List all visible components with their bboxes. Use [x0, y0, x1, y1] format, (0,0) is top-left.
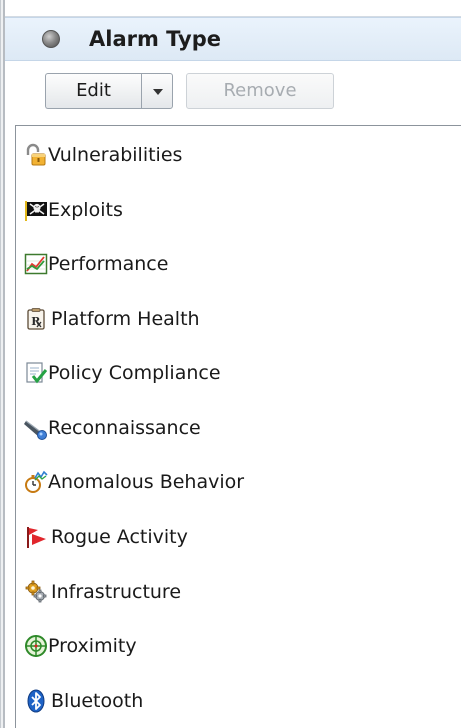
- toolbar: Edit Remove: [5, 61, 461, 119]
- list-item-infrastructure[interactable]: Infrastructure: [16, 572, 456, 612]
- crosshair-icon: [25, 635, 47, 657]
- alarm-type-panel: Alarm Type Edit Remove Vulnerabilities E…: [5, 0, 461, 728]
- list-item-label: Performance: [48, 253, 169, 275]
- list-item-label: Bluetooth: [51, 690, 144, 712]
- alarm-type-list: Vulnerabilities Exploits Performance R P…: [15, 125, 461, 728]
- list-item-proximity[interactable]: Proximity: [16, 626, 456, 666]
- chevron-down-icon: [153, 89, 163, 95]
- red-flag-icon: [27, 527, 46, 548]
- padlock-icon: [26, 143, 46, 166]
- list-item-label: Policy Compliance: [48, 362, 221, 384]
- prescription-icon: R: [27, 308, 45, 330]
- gears-icon: [25, 580, 47, 603]
- list-item-label: Exploits: [48, 199, 123, 221]
- edit-dropdown-button[interactable]: [141, 73, 173, 109]
- alarm-type-page: Alarm Type Edit Remove Vulnerabilities E…: [0, 0, 465, 728]
- skull-flag-icon: [25, 201, 47, 221]
- list-item-bluetooth[interactable]: Bluetooth: [16, 681, 456, 721]
- list-item-rogue-activity[interactable]: Rogue Activity: [16, 517, 456, 557]
- list-item-label: Platform Health: [51, 308, 200, 330]
- list-item-anomalous-behavior[interactable]: Anomalous Behavior: [16, 462, 456, 502]
- list-item-reconnaissance[interactable]: Reconnaissance: [16, 408, 456, 448]
- panel-title: Alarm Type: [89, 27, 221, 51]
- list-item-vulnerabilities[interactable]: Vulnerabilities: [16, 135, 456, 175]
- document-check-icon: [26, 362, 48, 384]
- stopwatch-chart-icon: [25, 470, 48, 493]
- list-item-label: Rogue Activity: [51, 526, 188, 548]
- list-item-label: Reconnaissance: [48, 417, 201, 439]
- bluetooth-icon: [27, 689, 45, 713]
- remove-button: Remove: [186, 73, 334, 109]
- edit-button[interactable]: Edit: [45, 73, 141, 109]
- panel-top-spacer: [5, 0, 461, 17]
- list-item-policy-compliance[interactable]: Policy Compliance: [16, 353, 456, 393]
- list-item-label: Anomalous Behavior: [48, 471, 245, 493]
- list-item-exploits[interactable]: Exploits: [16, 190, 456, 230]
- line-chart-icon: [24, 253, 48, 275]
- list-item-label: Infrastructure: [51, 581, 182, 603]
- list-item-platform-health[interactable]: R Platform Health: [16, 299, 456, 339]
- telescope-icon: [24, 420, 47, 440]
- status-dot-icon: [42, 30, 60, 48]
- panel-header: Alarm Type: [5, 17, 461, 61]
- list-item-label: Vulnerabilities: [48, 144, 183, 166]
- list-item-label: Proximity: [48, 635, 137, 657]
- list-item-performance[interactable]: Performance: [16, 244, 456, 284]
